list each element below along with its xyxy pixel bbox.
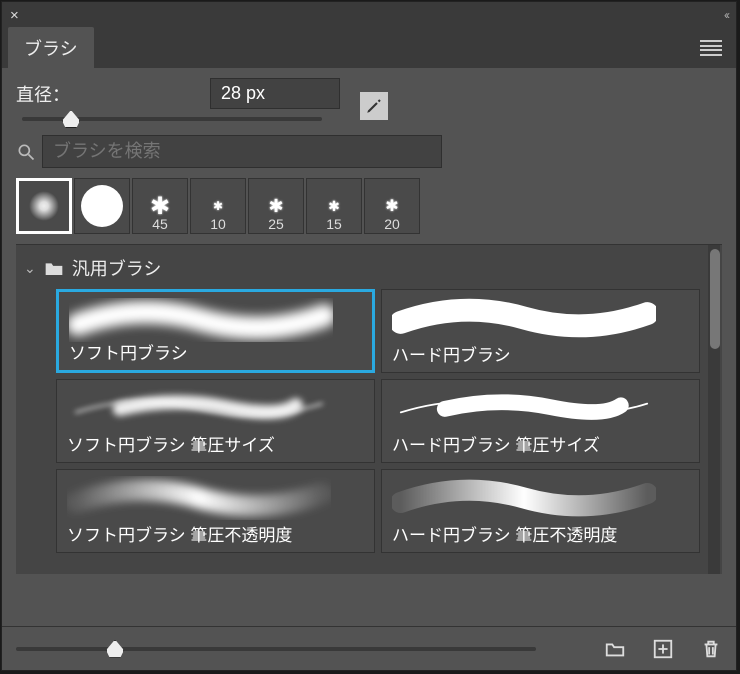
titlebar: × ‹‹ [2,2,736,28]
spatter-icon: ✱ [328,198,340,215]
tab-brushes[interactable]: ブラシ [8,27,94,69]
slider-thumb[interactable] [106,640,124,658]
brush-name: ハード円ブラシ [392,341,689,366]
footer [2,626,736,670]
brush-card-soft-pressure-opacity[interactable]: ソフト円ブラシ 筆圧不透明度 [56,469,375,553]
diameter-row: 直径： [16,78,722,109]
stroke-preview [392,386,656,430]
slider-thumb[interactable] [62,110,80,128]
panel-body: 直径： ✱ 45 [2,68,736,670]
footer-icons [604,638,722,660]
recent-brush-1[interactable] [74,178,130,234]
brush-name: ソフト円ブラシ 筆圧不透明度 [67,521,364,546]
chevron-down-icon: ⌄ [24,260,36,277]
new-folder-icon[interactable] [604,638,626,660]
stroke-preview [392,476,656,520]
trash-icon[interactable] [700,638,722,660]
close-icon[interactable]: × [10,7,19,24]
stroke-preview [67,476,331,520]
recent-label: 20 [384,216,400,232]
search-row [16,135,722,168]
brush-group-area: ⌄ 汎用ブラシ ソフト円ブラシ ハード円ブラシ [16,244,722,574]
recent-brush-0[interactable] [16,178,72,234]
brush-name: ソフト円ブラシ [69,339,362,364]
hard-dot-icon [81,185,123,227]
scrollbar-thumb[interactable] [710,249,720,349]
recent-label: 15 [326,216,342,232]
group-header[interactable]: ⌄ 汎用ブラシ [16,251,722,289]
preview-size-slider[interactable] [16,647,536,651]
search-icon [16,142,36,162]
brush-grid: ソフト円ブラシ ハード円ブラシ ソフト円ブラシ 筆圧サイズ [16,289,722,553]
group-name: 汎用ブラシ [72,255,162,281]
recent-brush-4[interactable]: ✱ 25 [248,178,304,234]
recent-brush-2[interactable]: ✱ 45 [132,178,188,234]
diameter-input[interactable] [210,78,340,109]
spatter-icon: ✱ [385,196,398,216]
recent-brush-6[interactable]: ✱ 20 [364,178,420,234]
new-icon[interactable] [652,638,674,660]
folder-icon [44,260,64,276]
recent-label: 25 [268,216,284,232]
menu-icon[interactable] [700,40,722,56]
diameter-slider[interactable] [22,117,322,121]
brush-edit-icon[interactable] [360,92,388,120]
collapse-icon[interactable]: ‹‹ [724,8,728,22]
recent-brush-3[interactable]: ✱ 10 [190,178,246,234]
stroke-preview [67,386,331,430]
search-input[interactable] [42,135,442,168]
brush-card-soft-pressure-size[interactable]: ソフト円ブラシ 筆圧サイズ [56,379,375,463]
spatter-icon: ✱ [213,199,223,213]
spatter-icon: ✱ [268,196,283,217]
recent-label: 10 [210,216,226,232]
tabstrip: ブラシ [2,28,736,68]
brush-name: ソフト円ブラシ 筆圧サイズ [67,431,364,456]
brush-name: ハード円ブラシ 筆圧不透明度 [392,521,689,546]
brush-card-hard-pressure-size[interactable]: ハード円ブラシ 筆圧サイズ [381,379,700,463]
stroke-preview [392,296,656,340]
diameter-label: 直径： [16,81,70,107]
brush-card-soft-round[interactable]: ソフト円ブラシ [56,289,375,373]
brush-panel: × ‹‹ ブラシ 直径： [1,1,737,671]
brush-name: ハード円ブラシ 筆圧サイズ [392,431,689,456]
brush-card-hard-pressure-opacity[interactable]: ハード円ブラシ 筆圧不透明度 [381,469,700,553]
recent-label: 45 [152,216,168,232]
stroke-preview [69,298,333,342]
recent-brushes: ✱ 45 ✱ 10 ✱ 25 ✱ 15 ✱ 20 [16,178,722,234]
brush-card-hard-round[interactable]: ハード円ブラシ [381,289,700,373]
soft-dot-icon [29,191,59,221]
recent-brush-5[interactable]: ✱ 15 [306,178,362,234]
